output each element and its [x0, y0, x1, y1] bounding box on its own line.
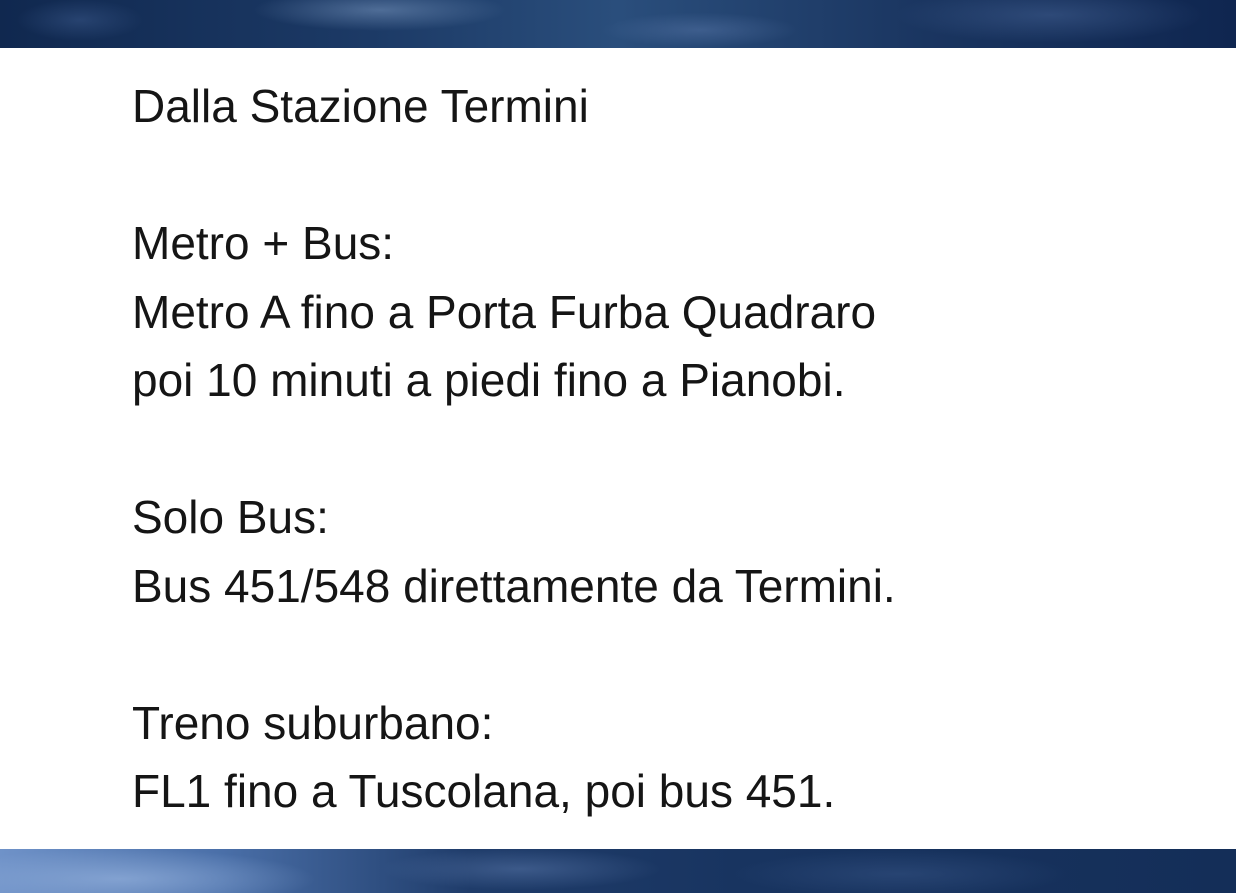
- top-background-band: [0, 0, 1236, 48]
- section-title-treno: Treno suburbano:: [132, 696, 494, 749]
- section-line: poi 10 minuti a piedi fino a Pianobi.: [132, 354, 846, 406]
- section-line: FL1 fino a Tuscolana, poi bus 451.: [132, 765, 836, 817]
- directions-text-block: Dalla Stazione Termini Metro + Bus: Metr…: [132, 72, 1192, 826]
- section-line: Bus 451/548 direttamente da Termini.: [132, 559, 896, 612]
- bottom-background-band: [0, 849, 1236, 893]
- heading: Dalla Stazione Termini: [132, 80, 589, 132]
- section-title-solo-bus: Solo Bus:: [132, 491, 329, 543]
- section-title-metro-bus: Metro + Bus:: [132, 217, 395, 269]
- section-line: Metro A fino a Porta Furba Quadraro: [132, 285, 877, 338]
